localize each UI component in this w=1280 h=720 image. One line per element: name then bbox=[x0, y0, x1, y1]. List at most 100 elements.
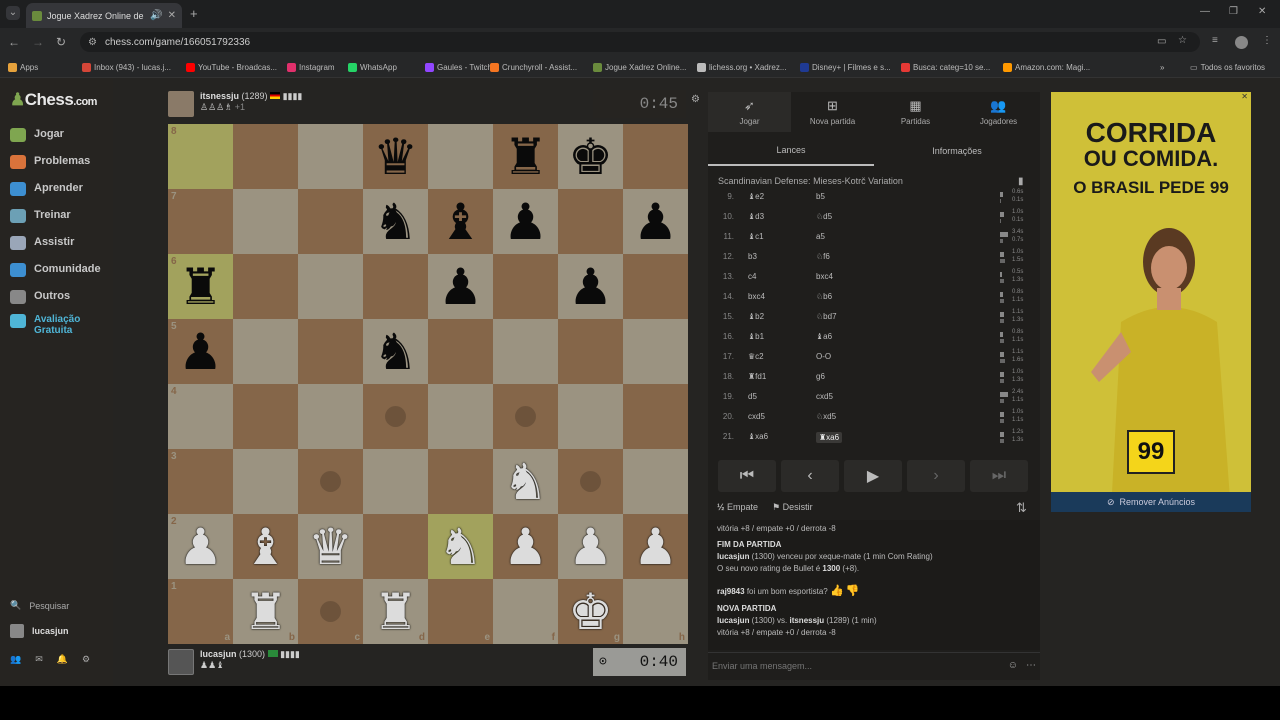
chat-winner-name[interactable]: lucasjun bbox=[717, 552, 749, 561]
black-move[interactable]: g6 bbox=[816, 372, 825, 381]
legal-move-dot[interactable] bbox=[385, 406, 406, 427]
bookmark-item[interactable]: Jogue Xadrez Online... bbox=[593, 56, 686, 78]
top-player-avatar[interactable] bbox=[168, 91, 194, 117]
square-g2[interactable]: ♟ bbox=[558, 514, 623, 579]
restore-icon[interactable]: ❐ bbox=[1229, 6, 1238, 17]
bookmark-item[interactable]: Instagram bbox=[287, 56, 335, 78]
sidebar-item-7[interactable]: Avaliação Gratuita bbox=[10, 314, 94, 336]
square-g6[interactable]: ♟ bbox=[558, 254, 623, 319]
bookmark-item[interactable]: Amazon.com: Magi... bbox=[1003, 56, 1090, 78]
legal-move-dot[interactable] bbox=[515, 406, 536, 427]
messages-icon[interactable]: ✉ bbox=[35, 654, 43, 665]
square-h2[interactable]: ♟ bbox=[623, 514, 688, 579]
panel-tab-0[interactable]: ➶ Jogar bbox=[708, 92, 791, 132]
square-a4[interactable]: 4 bbox=[168, 384, 233, 449]
square-g5[interactable] bbox=[558, 319, 623, 384]
sidebar-item-4[interactable]: Assistir bbox=[10, 236, 74, 250]
square-f8[interactable]: ♜ bbox=[493, 124, 558, 189]
bookmark-star-icon[interactable]: ☆ bbox=[1178, 35, 1187, 46]
square-c6[interactable] bbox=[298, 254, 363, 319]
site-info-icon[interactable]: ⚙ bbox=[88, 37, 97, 48]
white-pawn-icon[interactable]: ♟ bbox=[503, 522, 548, 572]
square-f1[interactable]: f bbox=[493, 579, 558, 644]
square-h8[interactable] bbox=[623, 124, 688, 189]
square-b3[interactable] bbox=[233, 449, 298, 514]
white-move[interactable]: b3 bbox=[748, 252, 757, 261]
white-pawn-icon[interactable]: ♟ bbox=[178, 522, 223, 572]
tab-list-icon[interactable]: ⌄ bbox=[6, 6, 20, 20]
sidebar-user[interactable]: lucasjun bbox=[10, 624, 69, 638]
notifications-icon[interactable]: 🔔 bbox=[57, 654, 68, 665]
white-move[interactable]: c4 bbox=[748, 272, 756, 281]
opening-book-icon[interactable]: ▮ bbox=[1018, 176, 1024, 187]
square-b5[interactable] bbox=[233, 319, 298, 384]
black-pawn-icon[interactable]: ♟ bbox=[568, 262, 613, 312]
settings-icon[interactable]: ⚙ bbox=[82, 654, 90, 665]
last-move-button[interactable]: ⏭ bbox=[970, 460, 1028, 492]
bookmark-item[interactable]: WhatsApp bbox=[348, 56, 397, 78]
square-b7[interactable] bbox=[233, 189, 298, 254]
black-rook-icon[interactable]: ♜ bbox=[503, 132, 548, 182]
white-move[interactable]: d5 bbox=[748, 392, 757, 401]
square-a1[interactable]: 1a bbox=[168, 579, 233, 644]
square-c7[interactable] bbox=[298, 189, 363, 254]
panel-tab-1[interactable]: ⊞ Nova partida bbox=[791, 92, 874, 132]
url-field[interactable]: ⚙ chess.com/game/166051792336 bbox=[80, 32, 1200, 52]
board-settings-icon[interactable]: ⚙ bbox=[691, 94, 700, 105]
chess-logo[interactable]: ♟Chess.com bbox=[10, 90, 97, 110]
friends-icon[interactable]: 👥 bbox=[10, 654, 21, 665]
square-d6[interactable] bbox=[363, 254, 428, 319]
square-d8[interactable]: ♛ bbox=[363, 124, 428, 189]
ad-close-icon[interactable]: ✕ bbox=[1241, 92, 1248, 101]
black-king-icon[interactable]: ♚ bbox=[568, 132, 613, 182]
square-c3[interactable] bbox=[298, 449, 363, 514]
square-f2[interactable]: ♟ bbox=[493, 514, 558, 579]
resign-button[interactable]: ⚑ Desistir bbox=[772, 502, 813, 513]
media-icon[interactable]: ≡ bbox=[1212, 35, 1218, 46]
sidebar-item-2[interactable]: Aprender bbox=[10, 182, 83, 196]
draw-button[interactable]: ½ Empate bbox=[717, 502, 758, 513]
flip-board-icon[interactable]: ⇅ bbox=[1016, 500, 1027, 516]
sidebar-search[interactable]: 🔍 Pesquisar bbox=[10, 600, 69, 611]
black-move[interactable]: cxd5 bbox=[816, 392, 833, 401]
white-move[interactable]: cxd5 bbox=[748, 412, 765, 421]
legal-move-dot[interactable] bbox=[320, 601, 341, 622]
square-e7[interactable]: ♝ bbox=[428, 189, 493, 254]
square-a3[interactable]: 3 bbox=[168, 449, 233, 514]
square-d4[interactable] bbox=[363, 384, 428, 449]
chat-new-p2[interactable]: itsnessju bbox=[789, 616, 824, 625]
bookmark-item[interactable]: Apps bbox=[8, 56, 38, 78]
square-g1[interactable]: ♚ g bbox=[558, 579, 623, 644]
close-window-icon[interactable]: ✕ bbox=[1258, 6, 1266, 17]
audio-icon[interactable]: 🔊 bbox=[150, 10, 162, 21]
first-move-button[interactable]: ⏮ bbox=[718, 460, 776, 492]
profile-avatar[interactable] bbox=[1235, 36, 1248, 49]
square-e8[interactable] bbox=[428, 124, 493, 189]
minimize-icon[interactable]: — bbox=[1200, 6, 1210, 17]
square-h5[interactable] bbox=[623, 319, 688, 384]
square-a6[interactable]: ♜ 6 bbox=[168, 254, 233, 319]
white-move[interactable]: ♝d3 bbox=[748, 212, 764, 221]
white-king-icon[interactable]: ♚ bbox=[568, 587, 613, 637]
square-c1[interactable]: c bbox=[298, 579, 363, 644]
black-move[interactable]: ♘d5 bbox=[816, 212, 832, 221]
square-b6[interactable] bbox=[233, 254, 298, 319]
more-options-icon[interactable]: ⋯ bbox=[1026, 660, 1036, 671]
black-knight-icon[interactable]: ♞ bbox=[373, 197, 418, 247]
tab-lances[interactable]: Lances bbox=[708, 136, 874, 166]
bottom-player-name[interactable]: lucasjun bbox=[200, 649, 237, 659]
square-d1[interactable]: ♜ d bbox=[363, 579, 428, 644]
more-bookmarks-icon[interactable]: » bbox=[1160, 56, 1164, 78]
bookmark-item[interactable]: YouTube - Broadcas... bbox=[186, 56, 277, 78]
top-player-name[interactable]: itsnessju bbox=[200, 91, 239, 101]
next-move-button[interactable]: › bbox=[907, 460, 965, 492]
square-h7[interactable]: ♟ bbox=[623, 189, 688, 254]
white-move[interactable]: ♝c1 bbox=[748, 232, 764, 241]
sidebar-item-5[interactable]: Comunidade bbox=[10, 263, 101, 277]
chat-input[interactable] bbox=[712, 660, 1008, 671]
thumbs-down-icon[interactable]: 👎 bbox=[846, 585, 860, 597]
square-c2[interactable]: ♛ bbox=[298, 514, 363, 579]
tab-close-icon[interactable]: ✕ bbox=[168, 10, 176, 21]
legal-move-dot[interactable] bbox=[580, 471, 601, 492]
black-pawn-icon[interactable]: ♟ bbox=[503, 197, 548, 247]
